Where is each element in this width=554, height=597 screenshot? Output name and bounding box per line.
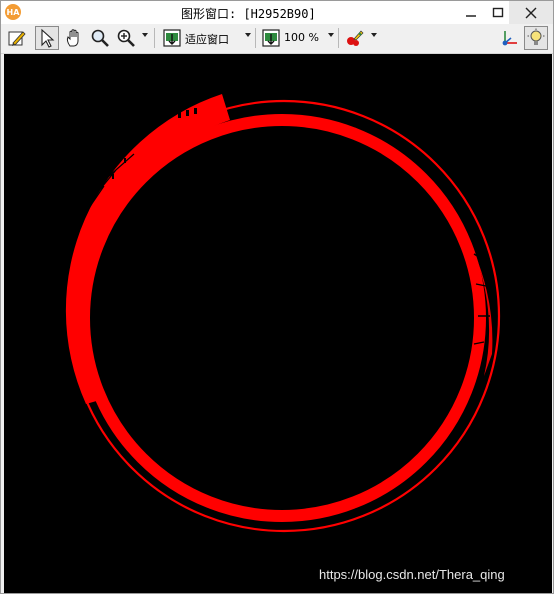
zoom-in-button[interactable] [114, 26, 138, 50]
app-icon[interactable]: HA [5, 4, 21, 20]
axes-icon [502, 31, 517, 46]
lightbulb-icon [527, 28, 545, 45]
fit-window-icon [163, 29, 181, 47]
minimize-icon [466, 14, 476, 17]
watermark-text: https://blog.csdn.net/Thera_qing [319, 567, 505, 582]
title-bar[interactable]: HA 图形窗口: [H2952B90] [1, 1, 553, 24]
zoom-level-icon [262, 29, 280, 47]
app-icon-text: HA [6, 7, 20, 17]
axes-button[interactable] [497, 26, 521, 50]
zoom-level-dropdown-arrow[interactable] [328, 33, 334, 37]
zoom-in-icon [117, 29, 135, 47]
toolbar-divider [338, 28, 339, 48]
paint-icon [347, 30, 364, 46]
window-title: 图形窗口: [H2952B90] [181, 7, 316, 21]
zoom-dropdown-arrow[interactable] [142, 33, 148, 37]
zoom-level-button[interactable] [259, 26, 283, 50]
toolbar-divider [154, 28, 155, 48]
close-icon [525, 7, 537, 18]
minimize-button[interactable] [456, 1, 486, 24]
pan-tool-button[interactable] [62, 26, 86, 50]
light-button[interactable] [524, 26, 548, 50]
maximize-icon [492, 7, 504, 17]
inner-ring [78, 114, 486, 522]
graphics-window: HA 图形窗口: [H2952B90] 适应窗口 100 % https://b… [0, 0, 554, 594]
zoom-level-label[interactable]: 100 % [284, 31, 319, 44]
image-canvas[interactable] [4, 54, 552, 593]
color-tool-button[interactable] [343, 26, 367, 50]
toolbar: 适应窗口 100 % [1, 24, 553, 54]
select-tool-button[interactable] [35, 26, 59, 50]
fit-window-label[interactable]: 适应窗口 [185, 31, 229, 47]
pointer-icon [41, 28, 55, 48]
fit-dropdown-arrow[interactable] [245, 33, 251, 37]
close-button[interactable] [509, 1, 553, 24]
magnify-tool-button[interactable] [88, 26, 112, 50]
toolbar-divider [255, 28, 256, 48]
fit-window-button[interactable] [160, 26, 184, 50]
draw-tool-button[interactable] [5, 26, 29, 50]
segmented-ring-image [65, 94, 501, 533]
magnifier-icon [91, 29, 109, 47]
pencil-icon [8, 31, 26, 46]
hand-icon [66, 29, 79, 47]
color-dropdown-arrow[interactable] [371, 33, 377, 37]
